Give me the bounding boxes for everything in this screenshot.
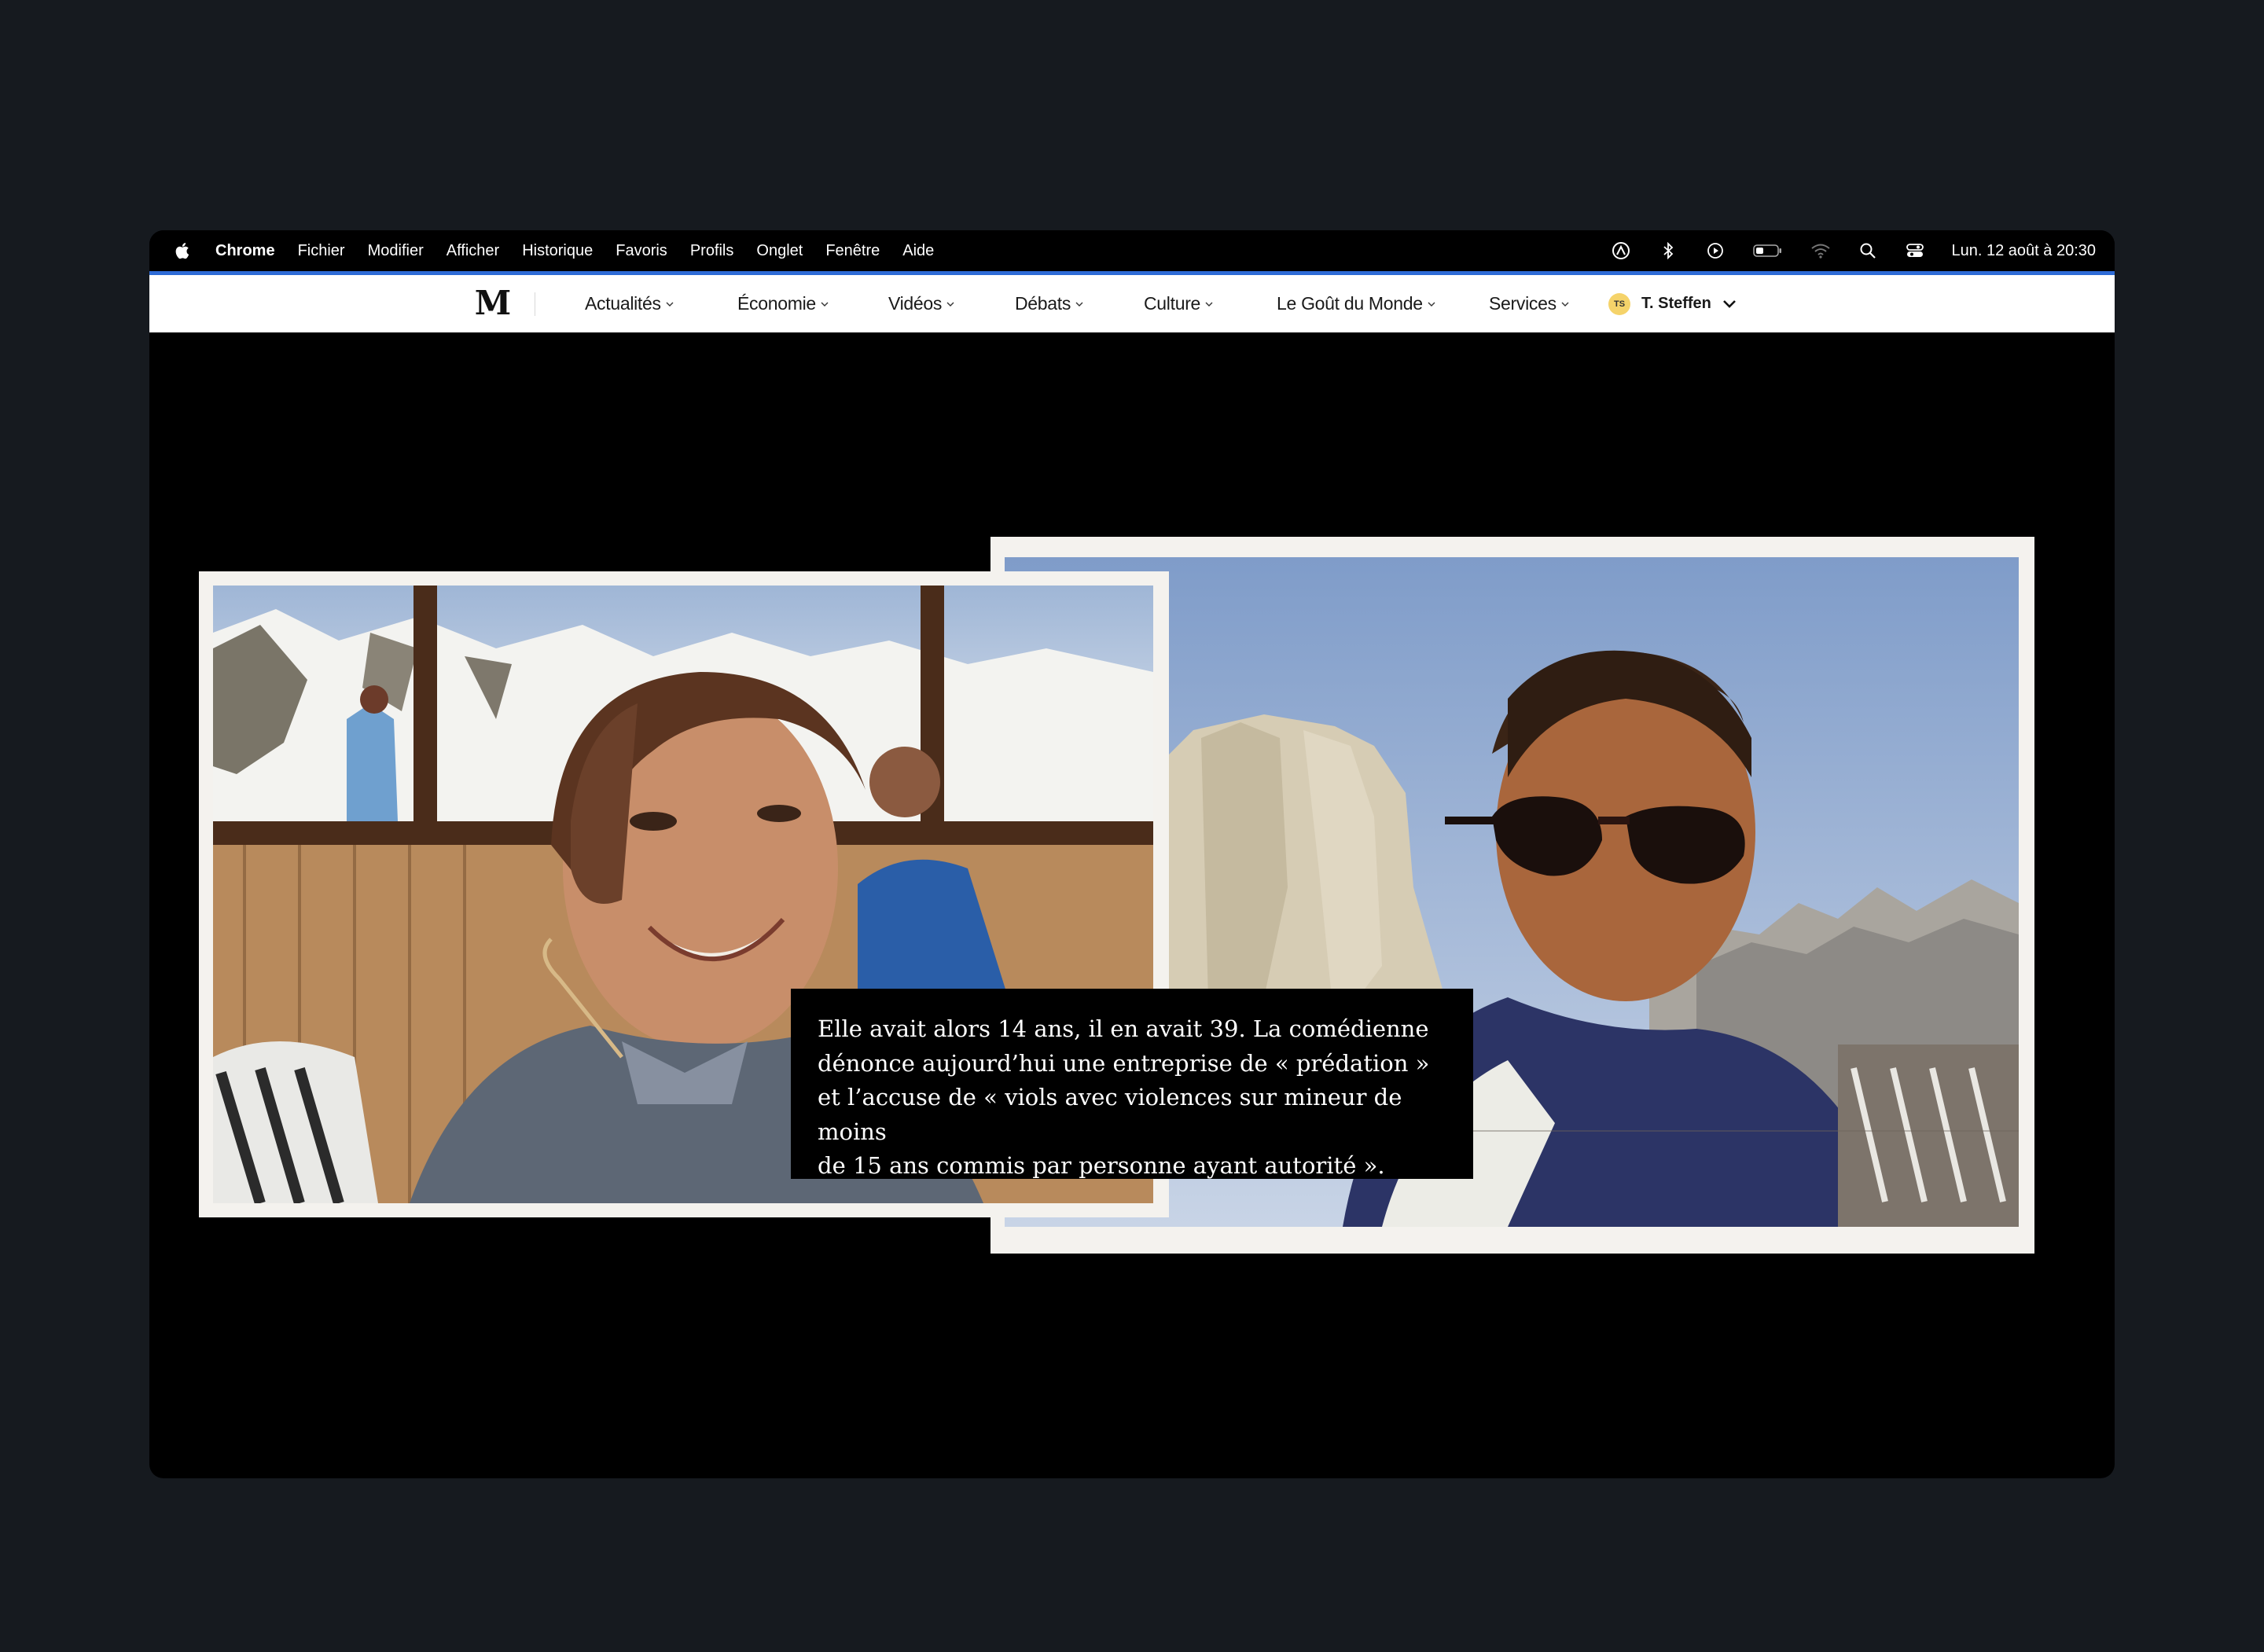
nav-actualites-label: Actualités — [585, 293, 661, 314]
menu-onglet[interactable]: Onglet — [756, 242, 803, 260]
screen-record-icon[interactable] — [1611, 240, 1631, 261]
search-icon[interactable] — [1858, 240, 1878, 261]
user-name: T. Steffen — [1641, 295, 1711, 312]
menubar-clock[interactable]: Lun. 12 août à 20:30 — [1952, 242, 2097, 260]
nav-culture-label: Culture — [1144, 293, 1201, 314]
menu-afficher[interactable]: Afficher — [447, 242, 499, 260]
chevron-down-icon — [1722, 299, 1736, 308]
macos-menu-bar: Chrome Fichier Modifier Afficher Histori… — [149, 230, 2115, 271]
nav-culture[interactable]: Culture — [1144, 275, 1213, 332]
menu-fenetre[interactable]: Fenêtre — [825, 242, 880, 260]
menu-favoris[interactable]: Favoris — [616, 242, 667, 260]
apple-icon[interactable] — [173, 241, 190, 260]
nav-actualites[interactable]: Actualités — [585, 275, 674, 332]
menu-app-name[interactable]: Chrome — [215, 242, 275, 260]
chevron-down-icon — [666, 302, 674, 307]
chevron-down-icon — [821, 302, 829, 307]
menu-modifier[interactable]: Modifier — [368, 242, 424, 260]
caption-line: de 15 ans commis par personne ayant auto… — [818, 1152, 1385, 1179]
site-navigation: M Actualités Économie Vidéos Débats Cult… — [149, 275, 2115, 332]
menu-historique[interactable]: Historique — [522, 242, 593, 260]
user-avatar: TS — [1608, 292, 1630, 315]
nav-debats[interactable]: Débats — [1015, 275, 1083, 332]
laptop-screen: Chrome Fichier Modifier Afficher Histori… — [149, 230, 2115, 1478]
menu-fichier[interactable]: Fichier — [298, 242, 345, 260]
battery-icon[interactable] — [1752, 240, 1784, 261]
nav-economie-label: Économie — [737, 293, 816, 314]
nav-videos-label: Vidéos — [888, 293, 943, 314]
nav-videos[interactable]: Vidéos — [888, 275, 954, 332]
chevron-down-icon — [1075, 302, 1083, 307]
chevron-down-icon — [1428, 302, 1435, 307]
photo-caption: Elle avait alors 14 ans, il en avait 39.… — [791, 989, 1473, 1179]
bluetooth-icon[interactable] — [1658, 240, 1678, 261]
nav-services-label: Services — [1489, 293, 1556, 314]
wifi-icon[interactable] — [1810, 240, 1831, 261]
nav-le-gout-du-monde[interactable]: Le Goût du Monde — [1277, 275, 1435, 332]
nav-debats-label: Débats — [1015, 293, 1071, 314]
nav-services[interactable]: Services — [1489, 275, 1569, 332]
caption-line: dénonce aujourd’hui une entreprise de « … — [818, 1049, 1430, 1077]
nav-economie[interactable]: Économie — [737, 275, 829, 332]
menu-profils[interactable]: Profils — [690, 242, 734, 260]
chevron-down-icon — [1205, 302, 1213, 307]
menu-aide[interactable]: Aide — [902, 242, 934, 260]
control-center-icon[interactable] — [1905, 240, 1925, 261]
play-icon[interactable] — [1705, 240, 1726, 261]
user-menu[interactable]: TS T. Steffen — [1608, 275, 1737, 332]
chevron-down-icon — [946, 302, 954, 307]
caption-line: et l’accuse de « viols avec violences su… — [818, 1084, 1402, 1145]
nav-le-gout-du-monde-label: Le Goût du Monde — [1277, 293, 1423, 314]
caption-line: Elle avait alors 14 ans, il en avait 39.… — [818, 1015, 1429, 1042]
status-area: Lun. 12 août à 20:30 — [1584, 240, 2097, 261]
le-monde-logo[interactable]: M — [475, 284, 512, 322]
chevron-down-icon — [1561, 302, 1569, 307]
